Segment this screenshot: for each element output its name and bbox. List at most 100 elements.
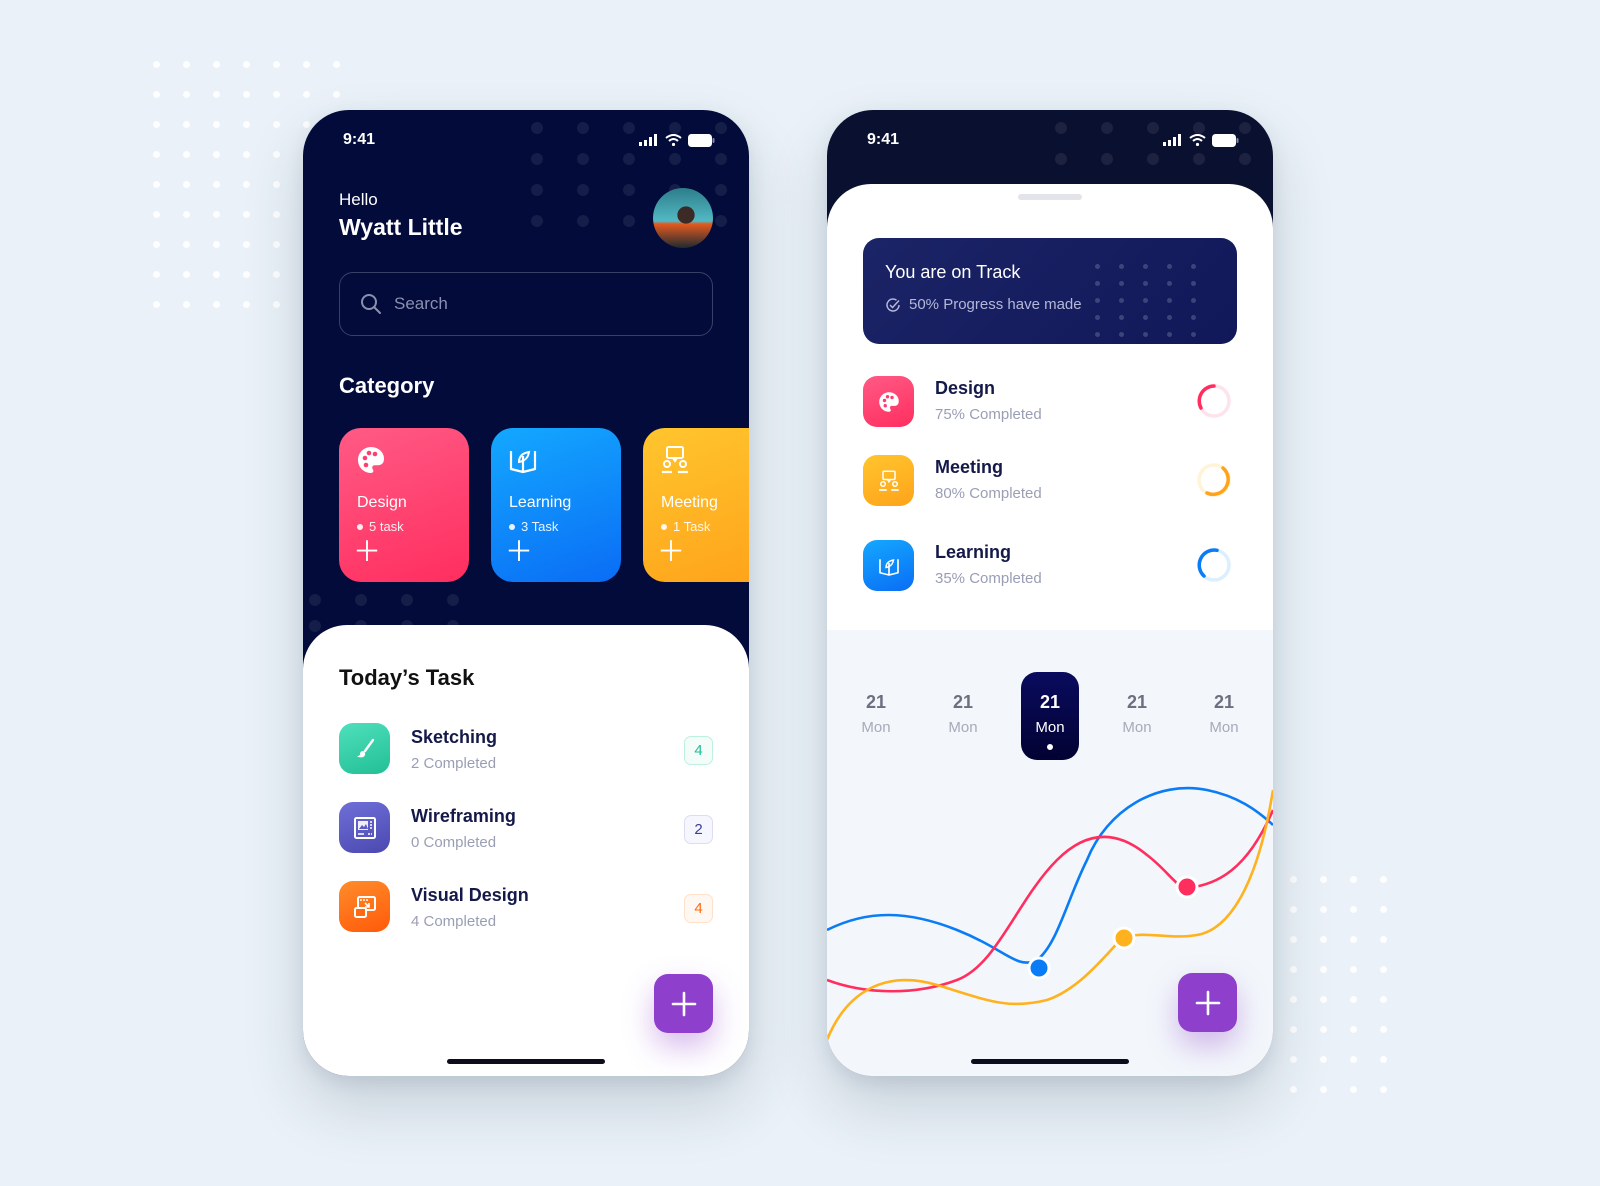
dot — [1350, 996, 1357, 1003]
activity-section: 21 Mon 21 Mon 21 Mon 21 Mon 21 Mon — [827, 630, 1273, 1076]
task-name: Visual Design — [411, 885, 529, 905]
dot — [1290, 936, 1297, 943]
signal-icon — [639, 134, 657, 146]
user-name: Wyatt Little — [339, 214, 463, 240]
dot — [153, 181, 160, 188]
dot — [1290, 966, 1297, 973]
dot — [309, 594, 321, 606]
day-item[interactable]: 21 Mon — [1195, 672, 1253, 760]
progress-item-meeting[interactable]: Meeting 80% Completed — [863, 455, 1237, 507]
dot — [1320, 906, 1327, 913]
wifi-icon — [1189, 134, 1206, 146]
decorative-dots — [1095, 264, 1215, 337]
battery-icon — [1212, 133, 1239, 147]
day-item[interactable]: 21 Mon — [847, 672, 905, 760]
dot — [1191, 281, 1196, 286]
dot — [303, 61, 310, 68]
status-bar: 9:41 — [303, 128, 749, 152]
dot — [1290, 1026, 1297, 1033]
search-field[interactable] — [339, 272, 713, 336]
todays-task-title: Today’s Task — [339, 665, 475, 690]
track-title: You are on Track — [885, 262, 1021, 282]
meeting-icon — [662, 446, 688, 474]
category-card-meeting[interactable]: Meeting 1 Task ＋ — [643, 428, 749, 582]
dot — [1119, 264, 1124, 269]
avatar[interactable] — [653, 188, 713, 248]
dot — [213, 91, 220, 98]
category-card-learning[interactable]: Learning 3 Task ＋ — [491, 428, 621, 582]
dot — [1350, 906, 1357, 913]
chart-point-blue — [1027, 956, 1051, 980]
dot — [1320, 876, 1327, 883]
sheet-handle[interactable] — [1018, 194, 1082, 200]
dot — [1350, 966, 1357, 973]
dot — [1239, 153, 1251, 165]
status-time: 9:41 — [343, 131, 376, 148]
dot — [531, 215, 543, 227]
day-number: 21 — [1126, 692, 1148, 712]
dot — [213, 181, 220, 188]
progress-ring — [1197, 463, 1231, 497]
dot — [213, 301, 220, 308]
dot — [273, 301, 280, 308]
dot — [1320, 1026, 1327, 1033]
dot — [153, 301, 160, 308]
dot — [273, 91, 280, 98]
task-item-sketching[interactable]: Sketching 2 Completed 4 — [339, 723, 713, 775]
dot — [243, 91, 250, 98]
add-button[interactable] — [654, 974, 713, 1033]
dot — [273, 271, 280, 278]
dot — [153, 61, 160, 68]
dot — [1167, 264, 1172, 269]
progress-item-learning[interactable]: Learning 35% Completed — [863, 540, 1237, 592]
day-weekday: Mon — [1122, 719, 1152, 736]
dot — [1191, 264, 1196, 269]
dot — [1320, 1056, 1327, 1063]
task-completed: 2 Completed — [411, 755, 497, 772]
task-item-visual-design[interactable]: Visual Design 4 Completed 4 — [339, 881, 713, 933]
dot — [243, 301, 250, 308]
search-input[interactable] — [394, 294, 694, 314]
dot — [1350, 1026, 1357, 1033]
task-item-wireframing[interactable]: Wireframing 0 Completed 2 — [339, 802, 713, 854]
dot — [153, 121, 160, 128]
dot — [183, 91, 190, 98]
day-item[interactable]: 21 Mon — [1108, 672, 1166, 760]
dot — [1143, 315, 1148, 320]
dot — [153, 211, 160, 218]
add-task-button[interactable]: ＋ — [353, 538, 381, 566]
home-indicator — [447, 1059, 605, 1064]
category-name: Learning — [509, 494, 572, 511]
dot — [1143, 264, 1148, 269]
dot — [577, 215, 589, 227]
dot — [213, 211, 220, 218]
wifi-icon — [665, 134, 682, 146]
dot — [1167, 332, 1172, 337]
category-card-design[interactable]: Design 5 task ＋ — [339, 428, 469, 582]
dot — [715, 215, 727, 227]
dot — [1119, 298, 1124, 303]
progress-ring — [1197, 548, 1231, 582]
status-bar: 9:41 — [827, 128, 1273, 152]
book-leaf-icon — [509, 450, 537, 474]
dot — [183, 61, 190, 68]
dot — [243, 211, 250, 218]
dot — [213, 271, 220, 278]
task-count-badge: 2 — [684, 815, 713, 844]
progress-item-design[interactable]: Design 75% Completed — [863, 376, 1237, 428]
dot — [1143, 298, 1148, 303]
dot — [1290, 996, 1297, 1003]
day-weekday: Mon — [1035, 719, 1065, 736]
add-button[interactable] — [1178, 973, 1237, 1032]
dot — [273, 211, 280, 218]
dot — [623, 215, 635, 227]
dot — [243, 61, 250, 68]
add-task-button[interactable]: ＋ — [657, 538, 685, 566]
dot — [1095, 315, 1100, 320]
book-leaf-icon — [863, 540, 914, 591]
day-item[interactable]: 21 Mon — [934, 672, 992, 760]
dot — [303, 121, 310, 128]
dot — [273, 241, 280, 248]
add-task-button[interactable]: ＋ — [505, 538, 533, 566]
day-item[interactable]: 21 Mon — [1021, 672, 1079, 760]
